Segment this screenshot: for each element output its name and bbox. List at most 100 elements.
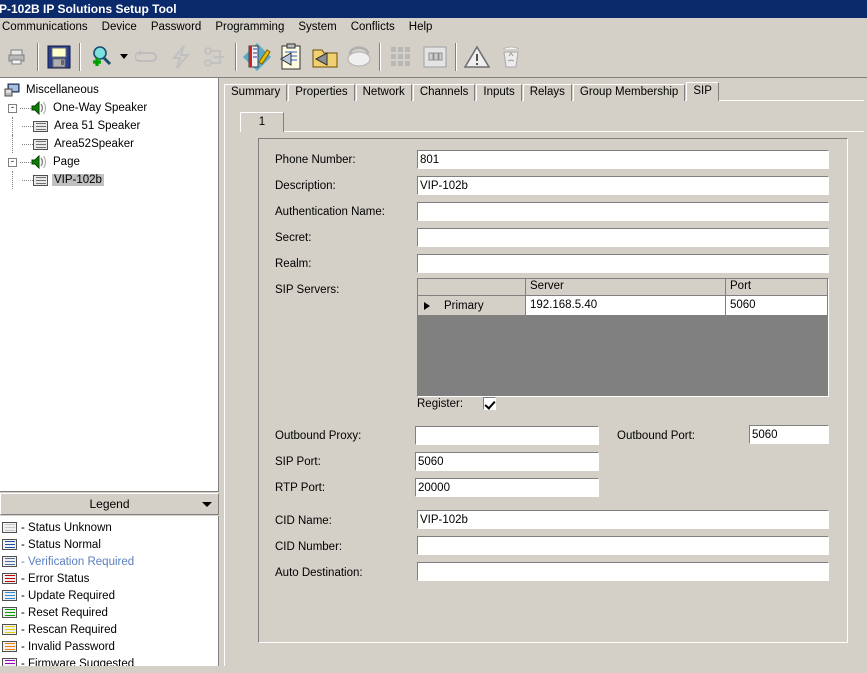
tab-channels[interactable]: Channels (412, 84, 476, 101)
tab-relays[interactable]: Relays (522, 84, 572, 101)
menu-item-communications[interactable]: Communications (0, 20, 95, 34)
tree-item-label: VIP-102b (52, 174, 104, 186)
secret-row: Secret: (275, 232, 311, 244)
outbound-proxy-input[interactable] (415, 426, 599, 445)
grid-header-cell[interactable]: Port (726, 279, 828, 296)
tree-group-0[interactable]: - One-Way Speaker (2, 99, 218, 117)
realm-row: Realm: (275, 258, 311, 270)
sip-settings-group: Phone Number: 801 Description: VIP-102b … (258, 138, 848, 643)
sip-server-address-cell[interactable]: 192.168.5.40 (526, 296, 726, 316)
legend-title: Legend (89, 497, 130, 511)
sip-port-input[interactable]: 5060 (415, 452, 599, 471)
save-button[interactable] (42, 39, 76, 75)
menu-item-device[interactable]: Device (95, 20, 144, 34)
description-input[interactable]: VIP-102b (417, 176, 829, 195)
grid-row-header[interactable]: Primary (418, 296, 526, 316)
legend-item: - Status Unknown (0, 519, 218, 536)
tab-properties[interactable]: Properties (288, 84, 355, 101)
sip-line-tab-1[interactable]: 1 (240, 112, 284, 132)
row-selector-icon (424, 301, 430, 310)
cid-number-label: CID Number: (275, 541, 343, 553)
device-icon (33, 120, 48, 132)
auto-destination-input[interactable] (417, 562, 829, 581)
secret-input[interactable] (417, 228, 829, 247)
device-tree-pane[interactable]: Miscellaneous - One-Way Speaker Area 51 Spe… (0, 78, 219, 492)
computer-icon (4, 83, 20, 97)
cid-name-input[interactable]: VIP-102b (417, 510, 829, 529)
phone-button[interactable] (342, 39, 376, 75)
secret-label: Secret: (275, 232, 312, 244)
tree-item-label: Area 51 Speaker (54, 120, 141, 132)
status-swatch-icon (2, 556, 17, 567)
auto-destination-label: Auto Destination: (275, 567, 363, 579)
tree-expander[interactable]: - (8, 103, 17, 113)
conflicts-button[interactable] (460, 39, 494, 75)
tree-group-1[interactable]: - Page (2, 153, 218, 171)
window-titlebar: P-102B IP Solutions Setup Tool (0, 0, 867, 18)
sip-servers-grid[interactable]: Server Port Primary 192.168.5.40 5060 (417, 278, 829, 397)
register-checkbox[interactable] (483, 397, 497, 410)
reset-button[interactable] (164, 39, 198, 75)
legend-header[interactable]: Legend (0, 493, 219, 515)
tab-network[interactable]: Network (355, 84, 412, 101)
menu-item-help[interactable]: Help (402, 20, 440, 34)
cid-number-input[interactable] (417, 536, 829, 555)
phone-number-label: Phone Number: (275, 154, 356, 166)
tree-node-root[interactable]: Miscellaneous (2, 81, 218, 99)
toolbar-separator (79, 42, 81, 71)
tab-sip[interactable]: SIP (686, 82, 719, 101)
menu-item-system[interactable]: System (291, 20, 343, 34)
recycle-button[interactable] (494, 39, 528, 75)
status-swatch-icon (2, 590, 17, 601)
window-title: P-102B IP Solutions Setup Tool (0, 2, 177, 16)
tree-item-0-0[interactable]: Area 51 Speaker (2, 117, 218, 135)
phone-number-input[interactable]: 801 (417, 150, 829, 169)
authentication-name-input[interactable] (417, 202, 829, 221)
scan-button[interactable] (84, 39, 118, 75)
chevron-down-icon[interactable] (202, 502, 212, 507)
menubar: Communications Device Password Programming S… (0, 18, 867, 36)
menu-item-password[interactable]: Password (144, 20, 209, 34)
sip-port-value: 5060 (418, 455, 444, 468)
toolbar-separator (379, 42, 381, 71)
tree-group-label: One-Way Speaker (53, 102, 148, 114)
legend-list: - Status Unknown - Status Normal - Verific… (0, 516, 219, 673)
status-swatch-icon (2, 641, 17, 652)
outbound-proxy-row: Outbound Proxy: (275, 430, 361, 442)
tree-expander[interactable]: - (8, 157, 17, 167)
tab-inputs[interactable]: Inputs (476, 84, 522, 101)
tree-item-0-1[interactable]: Area52Speaker (2, 135, 218, 153)
legend-item: - Verification Required (0, 553, 218, 570)
legend-item-label: - Update Required (21, 589, 115, 602)
network-button[interactable] (198, 39, 232, 75)
relay-button[interactable] (418, 39, 452, 75)
rtp-port-input[interactable]: 20000 (415, 478, 599, 497)
print-button[interactable] (0, 39, 34, 75)
rtp-port-value: 20000 (418, 481, 450, 494)
status-swatch-icon (2, 522, 17, 533)
table-row[interactable]: Primary 192.168.5.40 5060 (418, 296, 828, 316)
menu-item-conflicts[interactable]: Conflicts (344, 20, 402, 34)
cid-number-row: CID Number: (275, 541, 342, 553)
legend-item: - Update Required (0, 587, 218, 604)
import-button[interactable] (274, 39, 308, 75)
refresh-button[interactable] (130, 39, 164, 75)
keypad-button[interactable] (384, 39, 418, 75)
legend-item-label: - Rescan Required (21, 623, 117, 636)
chevron-down-icon[interactable] (118, 39, 130, 75)
grid-header-cell[interactable]: Server (526, 279, 726, 296)
menu-item-programming[interactable]: Programming (208, 20, 291, 34)
rtp-port-label: RTP Port: (275, 482, 326, 494)
grid-header-cell[interactable] (418, 279, 526, 296)
tab-group-membership[interactable]: Group Membership (572, 84, 686, 101)
speaker-icon (31, 100, 47, 116)
export-button[interactable] (308, 39, 342, 75)
sip-server-port-cell[interactable]: 5060 (726, 296, 828, 316)
tab-summary[interactable]: Summary (224, 84, 288, 101)
outbound-port-input[interactable]: 5060 (749, 425, 829, 444)
legend-item: - Invalid Password (0, 638, 218, 655)
status-swatch-icon (2, 624, 17, 635)
edit-device-button[interactable] (240, 39, 274, 75)
realm-input[interactable] (417, 254, 829, 273)
tree-item-1-0[interactable]: VIP-102b (2, 171, 218, 189)
